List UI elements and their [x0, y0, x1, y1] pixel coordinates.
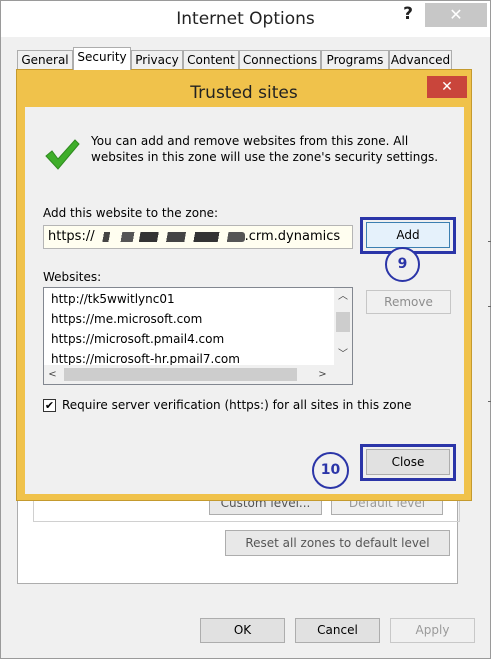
websites-list[interactable]: http://tk5wwitlync01 https://me.microsof…	[43, 287, 353, 385]
tab-general[interactable]: General	[17, 50, 73, 69]
tab-privacy[interactable]: Privacy	[131, 50, 183, 69]
horizontal-scroll-thumb[interactable]	[64, 368, 297, 381]
close-button[interactable]: Close	[366, 449, 450, 475]
tab-security[interactable]: Security	[73, 47, 131, 70]
outer-close-button[interactable]: ✕	[425, 3, 487, 27]
scroll-up-icon[interactable]: ︿	[334, 288, 352, 305]
scroll-right-icon[interactable]: >	[314, 365, 331, 384]
zone-info-text: You can add and remove websites from thi…	[91, 134, 439, 164]
dialog-client-area: You can add and remove websites from thi…	[25, 107, 464, 494]
outer-title-bar: Internet Options ? ✕	[1, 1, 490, 37]
cancel-button[interactable]: Cancel	[295, 618, 380, 643]
vertical-scroll-thumb[interactable]	[336, 312, 350, 332]
scroll-left-icon[interactable]: <	[44, 365, 61, 384]
scroll-corner	[334, 365, 352, 384]
website-url-input[interactable]: https:// .crm.dynamics	[43, 225, 353, 249]
require-verification-checkbox[interactable]: ✔	[43, 399, 56, 412]
list-item[interactable]: https://microsoft.pmail4.com	[51, 329, 224, 349]
list-item[interactable]: http://tk5wwitlync01	[51, 289, 175, 309]
step-9-badge: 9	[385, 247, 420, 282]
tab-content[interactable]: Content	[183, 50, 239, 69]
dialog-title: Trusted sites	[190, 83, 298, 103]
checkmark-icon	[45, 139, 80, 170]
add-button[interactable]: Add	[366, 222, 450, 248]
horizontal-scrollbar[interactable]: < >	[44, 365, 352, 384]
redacted-scribble	[94, 231, 245, 242]
step-10-badge: 10	[312, 452, 349, 489]
url-prefix: https://	[48, 229, 95, 244]
list-item[interactable]: https://me.microsoft.com	[51, 309, 202, 329]
scroll-down-icon[interactable]: ﹀	[334, 346, 352, 363]
url-suffix: .crm.dynamics	[244, 229, 341, 244]
tab-connections[interactable]: Connections	[239, 50, 321, 69]
require-verification-label[interactable]: Require server verification (https:) for…	[62, 398, 412, 412]
reset-all-zones-button[interactable]: Reset all zones to default level	[225, 530, 450, 556]
tab-advanced[interactable]: Advanced	[389, 50, 452, 69]
websites-label: Websites:	[43, 270, 102, 284]
help-button[interactable]: ?	[393, 4, 423, 26]
ok-button[interactable]: OK	[200, 618, 285, 643]
vertical-scrollbar[interactable]: ︿ ﹀	[334, 288, 352, 365]
tab-programs[interactable]: Programs	[321, 50, 389, 69]
apply-button[interactable]: Apply	[390, 618, 475, 643]
trusted-sites-dialog: Trusted sites ✕ You can add and remove w…	[16, 69, 472, 501]
add-website-label: Add this website to the zone:	[43, 206, 219, 220]
dialog-close-icon[interactable]: ✕	[427, 76, 467, 98]
remove-button[interactable]: Remove	[366, 290, 451, 314]
